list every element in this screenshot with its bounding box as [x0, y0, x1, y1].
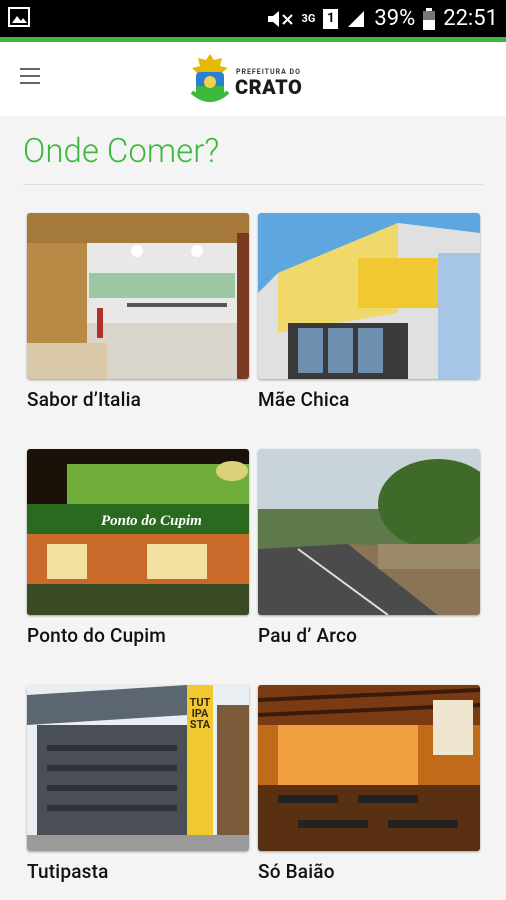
- logo: PREFEITURA DO CRATO: [190, 52, 320, 108]
- restaurant-photo-pau-darco[interactable]: [258, 449, 480, 615]
- mute-icon: [267, 10, 293, 27]
- restaurant-photo-tutipasta[interactable]: TUTIPASTA: [27, 685, 249, 851]
- page-title: Onde Comer?: [23, 132, 220, 171]
- photo-sign-tutipasta: TUTIPASTA: [189, 696, 211, 731]
- app-bar: PREFEITURA DO CRATO: [0, 42, 506, 116]
- photo-sign-ponto: Ponto do Cupim: [101, 513, 202, 529]
- battery-percent: 39%: [374, 6, 416, 31]
- status-bar: 3G 1 39% 22:51: [0, 0, 506, 37]
- restaurant-name[interactable]: Sabor d’Italia: [27, 388, 141, 411]
- divider: [23, 184, 483, 185]
- restaurant-name[interactable]: Mãe Chica: [258, 388, 350, 411]
- restaurant-name[interactable]: Só Baião: [258, 860, 335, 883]
- signal-icon: [348, 10, 365, 27]
- image-icon: [8, 7, 30, 27]
- restaurant-photo-mae-chica[interactable]: [258, 213, 480, 379]
- clock: 22:51: [443, 6, 498, 31]
- sim-icon: 1: [323, 8, 339, 29]
- restaurant-photo-ponto-do-cupim[interactable]: Ponto do Cupim: [27, 449, 249, 615]
- restaurant-name[interactable]: Pau d’ Arco: [258, 624, 357, 647]
- restaurant-name[interactable]: Ponto do Cupim: [27, 624, 166, 647]
- restaurant-photo-so-baiao[interactable]: [258, 685, 480, 851]
- menu-icon[interactable]: [20, 68, 40, 84]
- crest-icon: [190, 54, 230, 102]
- restaurant-photo-sabor-ditalia[interactable]: [27, 213, 249, 379]
- network-3g-icon: 3G: [301, 12, 316, 25]
- restaurant-name[interactable]: Tutipasta: [27, 860, 109, 883]
- battery-icon: [423, 7, 436, 30]
- logo-title: CRATO: [235, 75, 303, 99]
